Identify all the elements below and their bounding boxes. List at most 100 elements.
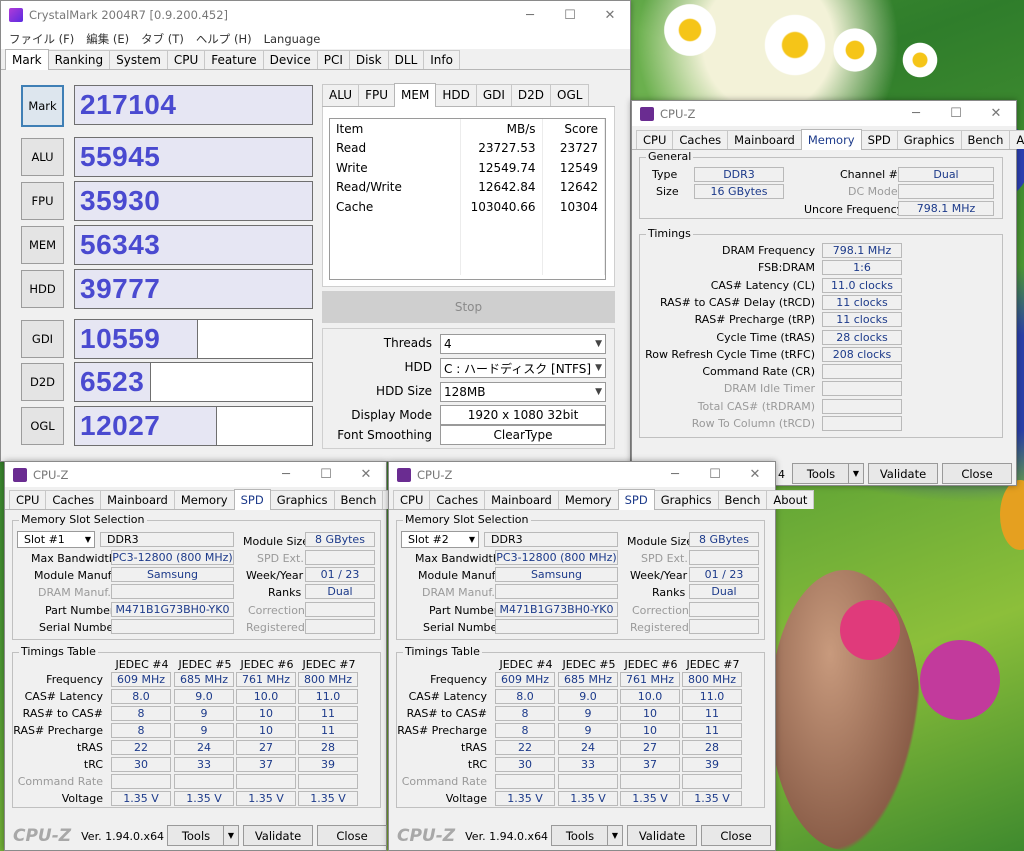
timing-cell: 39 — [298, 757, 358, 772]
tools-button[interactable]: Tools ▼ — [792, 463, 864, 484]
tab-mainboard[interactable]: Mainboard — [100, 490, 175, 509]
tools-button[interactable]: Tools ▼ — [167, 825, 239, 846]
tab-mark[interactable]: Mark — [5, 49, 49, 70]
subtab-hdd[interactable]: HDD — [435, 84, 477, 106]
fpu-button[interactable]: FPU — [21, 182, 64, 220]
slot-select[interactable]: Slot #2 ▼ — [401, 531, 479, 548]
tab-graphics[interactable]: Graphics — [653, 490, 719, 509]
close-button[interactable]: Close — [317, 825, 387, 846]
tools-button[interactable]: Tools ▼ — [551, 825, 623, 846]
dram-manuf — [111, 584, 234, 599]
tab-graphics[interactable]: Graphics — [269, 490, 335, 509]
subtab-mem[interactable]: MEM — [394, 83, 437, 107]
tab-cpu[interactable]: CPU — [166, 50, 206, 69]
close-icon[interactable]: ✕ — [976, 101, 1016, 126]
tab-spd[interactable]: SPD — [233, 489, 271, 510]
tab-cpu[interactable]: CPU — [636, 130, 674, 149]
module-size-label: Module Size — [243, 535, 310, 548]
hdd-select[interactable]: C : ハードディスク [NTFS] ▼ — [440, 358, 606, 378]
tab-device[interactable]: Device — [262, 50, 318, 69]
tab-caches[interactable]: Caches — [672, 130, 729, 149]
maximize-icon[interactable]: ☐ — [695, 462, 735, 487]
alu-button[interactable]: ALU — [21, 138, 64, 176]
tab-memory[interactable]: Memory — [557, 490, 619, 509]
timing-cell — [682, 774, 742, 789]
mark-button[interactable]: Mark — [21, 85, 64, 127]
stop-button[interactable]: Stop — [322, 291, 615, 323]
tab-info[interactable]: Info — [423, 50, 460, 69]
maximize-icon[interactable]: ☐ — [306, 462, 346, 487]
tab-mainboard[interactable]: Mainboard — [484, 490, 559, 509]
tab-ranking[interactable]: Ranking — [47, 50, 111, 69]
validate-button[interactable]: Validate — [243, 825, 313, 846]
timing-label: Total CAS# (tRDRAM) — [697, 399, 815, 413]
hdd-size-select[interactable]: 128MB ▼ — [440, 382, 606, 402]
subtab-fpu[interactable]: FPU — [358, 84, 396, 106]
tab-memory[interactable]: Memory — [800, 129, 862, 150]
subtab-alu[interactable]: ALU — [322, 84, 360, 106]
subtab-gdi[interactable]: GDI — [475, 84, 512, 106]
tab-about[interactable]: About — [1009, 130, 1024, 149]
close-icon[interactable]: ✕ — [590, 1, 630, 29]
tab-bench[interactable]: Bench — [960, 130, 1011, 149]
tab-system[interactable]: System — [109, 50, 168, 69]
tab-about[interactable]: About — [766, 490, 815, 509]
slot-select[interactable]: Slot #1 ▼ — [17, 531, 95, 548]
tab-spd[interactable]: SPD — [860, 130, 898, 149]
tab-caches[interactable]: Caches — [429, 490, 486, 509]
tab-disk[interactable]: Disk — [348, 50, 389, 69]
menu-file[interactable]: ファイル (F) — [9, 31, 74, 47]
tab-memory[interactable]: Memory — [173, 490, 235, 509]
validate-button[interactable]: Validate — [627, 825, 697, 846]
timing-cell: 28 — [682, 740, 742, 755]
maximize-icon[interactable]: ☐ — [936, 101, 976, 126]
subtab-d2d[interactable]: D2D — [510, 84, 552, 106]
tab-bench[interactable]: Bench — [717, 490, 768, 509]
slot-selection-group: Memory Slot Selection Slot #1 ▼ DDR3 Modu… — [12, 513, 381, 640]
minimize-icon[interactable]: ─ — [510, 1, 550, 29]
mem-button[interactable]: MEM — [21, 226, 64, 264]
minimize-icon[interactable]: ─ — [655, 462, 695, 487]
maximize-icon[interactable]: ☐ — [550, 1, 590, 29]
close-icon[interactable]: ✕ — [346, 462, 386, 487]
tab-dll[interactable]: DLL — [387, 50, 425, 69]
chevron-down-icon[interactable]: ▼ — [848, 464, 863, 483]
tab-cpu[interactable]: CPU — [9, 490, 47, 509]
threads-select[interactable]: 4 ▼ — [440, 334, 606, 354]
menu-tab[interactable]: タブ (T) — [141, 31, 184, 47]
timing-cell — [111, 774, 171, 789]
close-icon[interactable]: ✕ — [735, 462, 775, 487]
timing-cell: 761 MHz — [236, 672, 296, 687]
ogl-button[interactable]: OGL — [21, 407, 64, 445]
chevron-down-icon[interactable]: ▼ — [607, 826, 622, 845]
menu-help[interactable]: ヘルプ (H) — [196, 31, 252, 47]
hdd-button[interactable]: HDD — [21, 270, 64, 308]
chevron-down-icon[interactable]: ▼ — [223, 826, 238, 845]
cpuz-logo: CPU-Z — [397, 826, 456, 846]
minimize-icon[interactable]: ─ — [266, 462, 306, 487]
close-button[interactable]: Close — [942, 463, 1012, 484]
tab-pci[interactable]: PCI — [316, 50, 350, 69]
tab-caches[interactable]: Caches — [45, 490, 102, 509]
tab-feature[interactable]: Feature — [204, 50, 264, 69]
subtab-ogl[interactable]: OGL — [550, 84, 590, 106]
cell: 12642 — [542, 177, 605, 197]
cpuz-memory-window: CPU-Z ─ ☐ ✕ CPU Caches Mainboard Memory … — [631, 100, 1024, 486]
tab-mainboard[interactable]: Mainboard — [727, 130, 802, 149]
timing-cell: 11.0 — [298, 689, 358, 704]
tab-graphics[interactable]: Graphics — [896, 130, 962, 149]
tab-bench[interactable]: Bench — [333, 490, 384, 509]
tab-cpu[interactable]: CPU — [393, 490, 431, 509]
score-value: 217104 — [80, 89, 177, 120]
validate-button[interactable]: Validate — [868, 463, 938, 484]
timing-cell: 11 — [298, 723, 358, 738]
menu-edit[interactable]: 編集 (E) — [86, 31, 129, 47]
menu-language[interactable]: Language — [264, 32, 321, 46]
gdi-button[interactable]: GDI — [21, 320, 64, 358]
d2d-button[interactable]: D2D — [21, 363, 64, 401]
timing-cell: 9.0 — [174, 689, 234, 704]
minimize-icon[interactable]: ─ — [896, 101, 936, 126]
close-button[interactable]: Close — [701, 825, 771, 846]
tab-spd[interactable]: SPD — [617, 489, 655, 510]
timing-value: 1:6 — [822, 260, 902, 276]
